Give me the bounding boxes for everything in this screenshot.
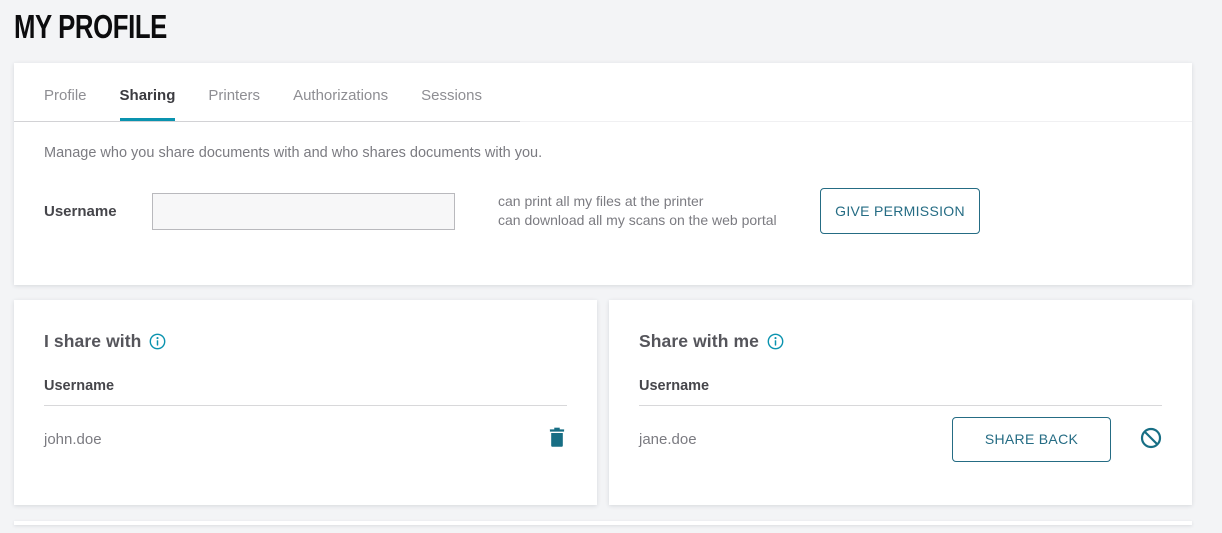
info-icon[interactable]	[767, 333, 784, 350]
give-permission-form: Username can print all my files at the p…	[44, 188, 1162, 234]
delete-share-button[interactable]	[547, 426, 567, 452]
trash-icon	[547, 426, 567, 452]
tab-bar: Profile Sharing Printers Authorizations …	[14, 63, 1192, 122]
permission-line-2: can download all my scans on the web por…	[498, 211, 788, 230]
tab-profile[interactable]: Profile	[44, 87, 87, 121]
permission-description: can print all my files at the printer ca…	[498, 192, 788, 230]
permission-line-1: can print all my files at the printer	[498, 192, 788, 211]
sharing-cards: I share with Username john.doe	[14, 300, 1192, 505]
i-share-with-card: I share with Username john.doe	[14, 300, 597, 505]
give-permission-button[interactable]: GIVE PERMISSION	[820, 188, 980, 234]
table-row: jane.doe SHARE BACK	[639, 406, 1162, 472]
page-title: MY PROFILE	[14, 9, 956, 45]
info-icon[interactable]	[149, 333, 166, 350]
i-share-with-title: I share with	[44, 331, 141, 352]
username-input[interactable]	[152, 193, 455, 230]
username-column-header: Username	[44, 378, 567, 394]
block-share-button[interactable]	[1140, 427, 1162, 452]
tab-sessions[interactable]: Sessions	[421, 87, 482, 121]
share-with-me-title: Share with me	[639, 331, 759, 352]
username-label: Username	[44, 203, 152, 220]
tab-sharing[interactable]: Sharing	[120, 87, 176, 121]
sharing-description: Manage who you share documents with and …	[44, 145, 1162, 161]
tab-authorizations[interactable]: Authorizations	[293, 87, 388, 121]
share-with-me-card: Share with me Username jane.doe SHARE BA…	[609, 300, 1192, 505]
shared-username: jane.doe	[639, 431, 697, 448]
tab-printers[interactable]: Printers	[208, 87, 260, 121]
ban-icon	[1140, 427, 1162, 452]
sharing-panel: Profile Sharing Printers Authorizations …	[14, 63, 1192, 285]
table-row: john.doe	[44, 406, 567, 472]
share-back-button[interactable]: SHARE BACK	[952, 417, 1111, 462]
next-section-edge	[14, 521, 1192, 525]
username-column-header: Username	[639, 378, 1162, 394]
shared-username: john.doe	[44, 431, 102, 448]
